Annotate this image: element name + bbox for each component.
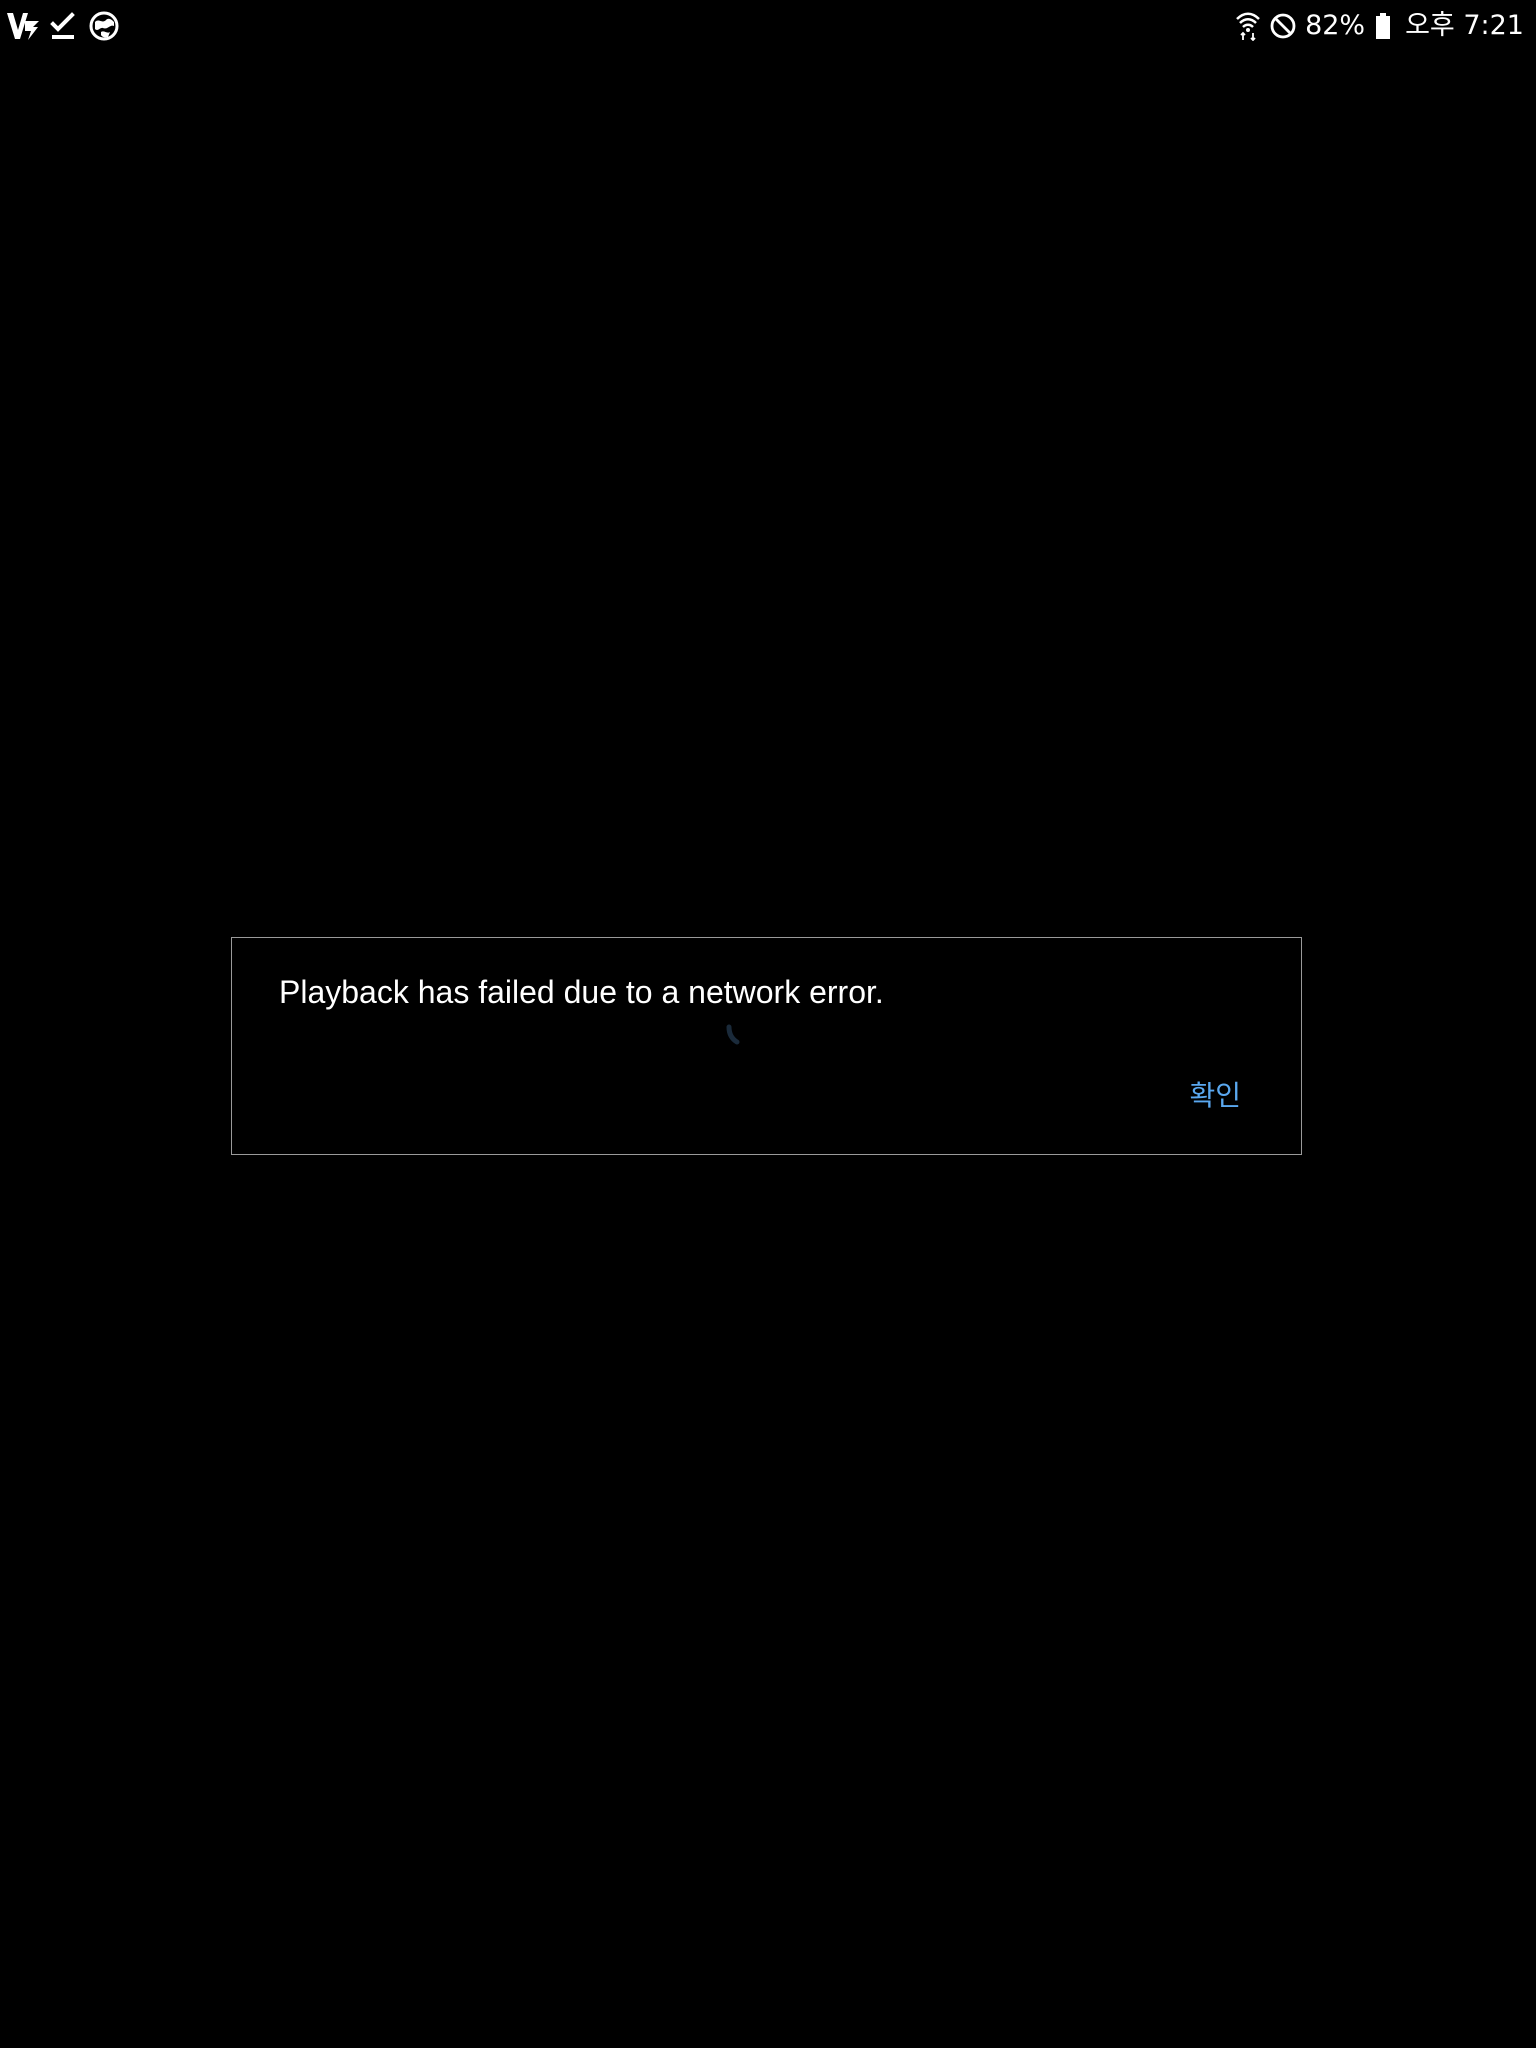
status-bar: 82% 오후 7:21 [0, 0, 1536, 52]
network-globe-icon [88, 10, 120, 42]
v3-app-icon [6, 10, 40, 42]
task-done-icon [50, 11, 78, 41]
loading-spinner-icon [726, 1024, 750, 1048]
battery-percent: 82% [1305, 10, 1366, 41]
do-not-disturb-icon [1269, 12, 1297, 40]
notification-icons [6, 8, 120, 44]
wifi-icon [1235, 11, 1261, 41]
error-dialog: Playback has failed due to a network err… [231, 937, 1302, 1155]
screen: 82% 오후 7:21 Playback has failed due to a… [0, 0, 1536, 2048]
battery-icon [1375, 12, 1391, 40]
clock: 오후 7:21 [1405, 10, 1524, 41]
system-status: 82% 오후 7:21 [1235, 6, 1524, 46]
confirm-button[interactable]: 확인 [1189, 1078, 1241, 1114]
dialog-message: Playback has failed due to a network err… [279, 974, 884, 1010]
